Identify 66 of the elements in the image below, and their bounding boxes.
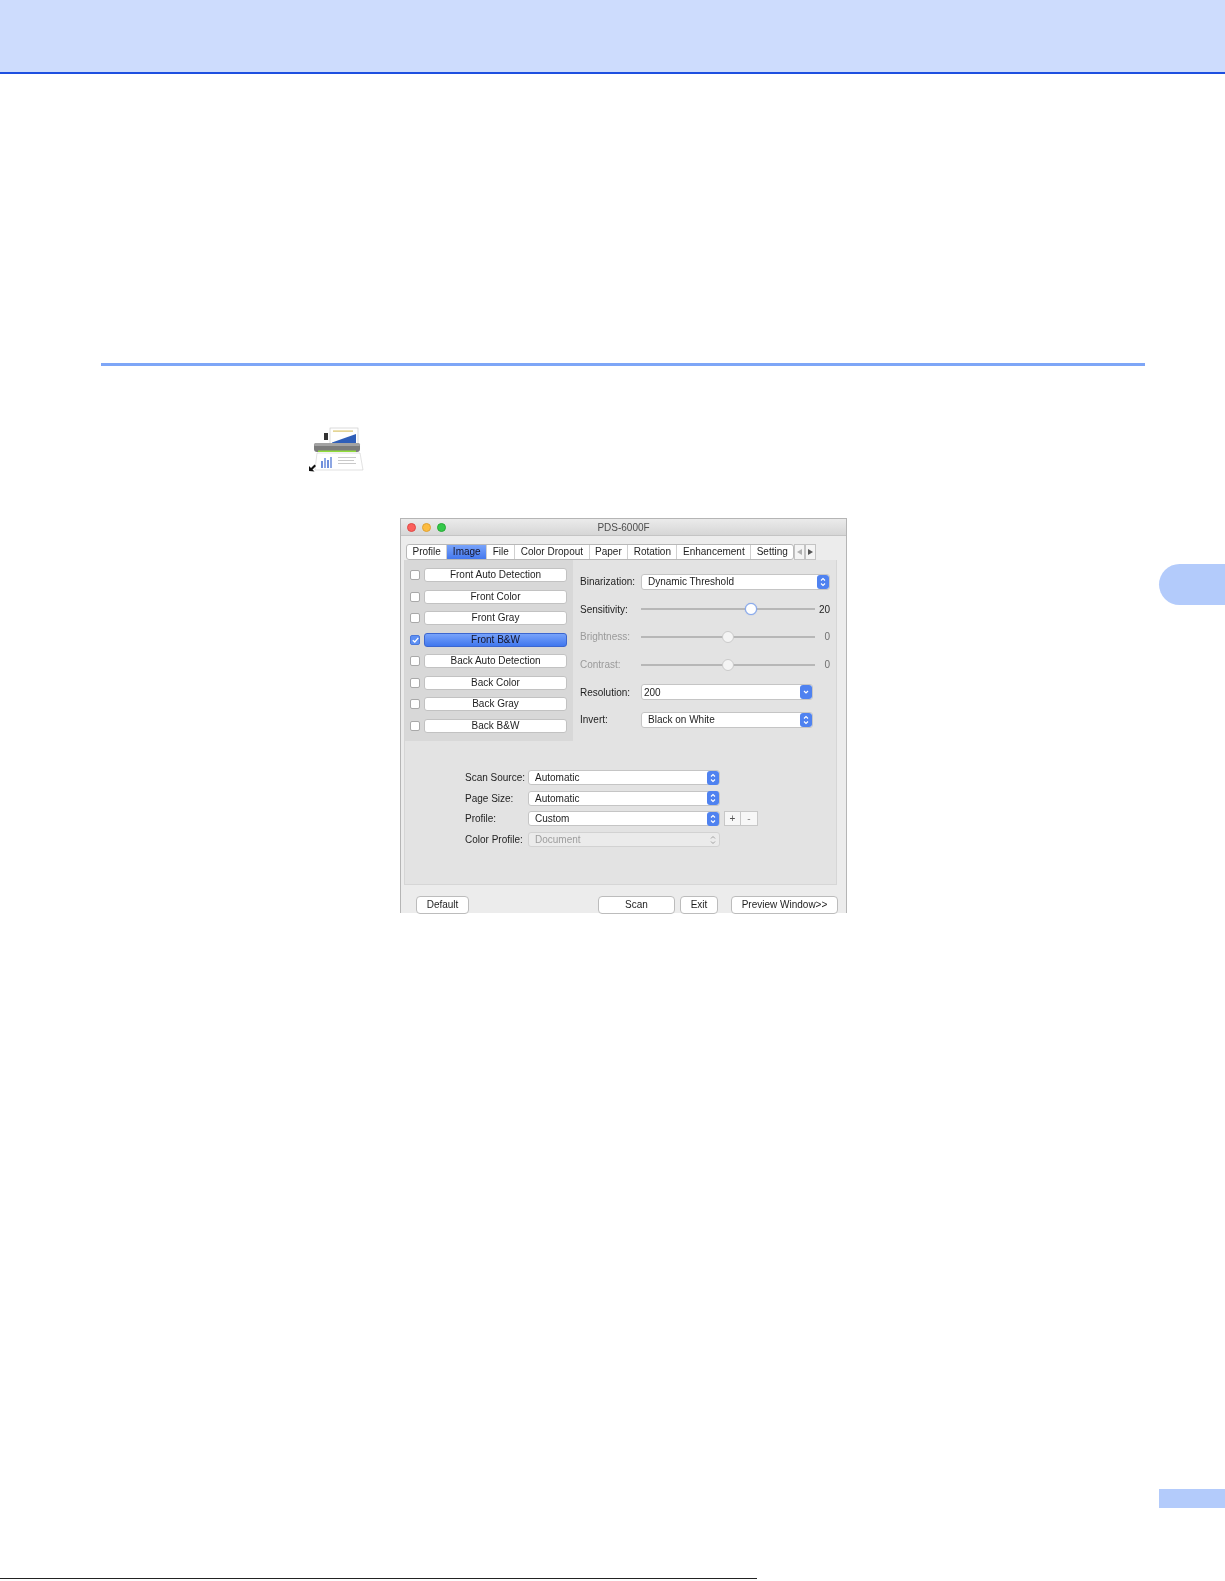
image-mode-button[interactable]: Back Color bbox=[424, 675, 567, 690]
slider-value: 0 bbox=[823, 631, 830, 643]
add-button[interactable]: + bbox=[724, 811, 741, 827]
image-mode-button[interactable]: Front B&W bbox=[424, 632, 567, 647]
scanner-icon bbox=[308, 425, 366, 472]
tab[interactable]: Image bbox=[446, 545, 487, 559]
chevron-up-down-icon bbox=[707, 811, 719, 826]
dropdown[interactable]: Automatic bbox=[528, 770, 720, 785]
tab[interactable]: Rotation bbox=[627, 545, 677, 559]
slider-value: 0 bbox=[823, 659, 830, 671]
image-mode-button[interactable]: Back Gray bbox=[424, 697, 567, 711]
chapter-marker bbox=[1159, 564, 1225, 605]
setting-label: Brightness: bbox=[580, 631, 632, 643]
setting-label: Page Size: bbox=[465, 792, 515, 804]
checkmark-icon bbox=[411, 636, 419, 643]
image-mode-button[interactable]: Front Color bbox=[424, 589, 567, 604]
image-mode-button[interactable]: Back B&W bbox=[424, 718, 567, 733]
checkbox[interactable] bbox=[410, 656, 420, 666]
dropdown[interactable]: Dynamic Threshold bbox=[641, 573, 830, 590]
image-mode-button[interactable]: Front Auto Detection bbox=[424, 568, 567, 582]
chevron-up-down-icon bbox=[707, 770, 719, 785]
dropdown[interactable]: Black on White bbox=[641, 711, 813, 728]
tab[interactable]: File bbox=[486, 545, 515, 559]
checkbox[interactable] bbox=[410, 720, 420, 731]
tab-scroll-right-button[interactable] bbox=[805, 544, 817, 560]
tab[interactable]: Profile bbox=[407, 545, 447, 559]
zoom-button[interactable] bbox=[437, 522, 446, 532]
combo-box[interactable]: 200 bbox=[641, 684, 813, 701]
image-mode-button[interactable]: Front Gray bbox=[424, 611, 567, 625]
checkbox[interactable] bbox=[410, 613, 420, 623]
setting-label: Binarization: bbox=[580, 576, 637, 588]
checkbox[interactable] bbox=[410, 677, 420, 688]
dialog-button[interactable]: Exit bbox=[680, 896, 718, 914]
setting-label: Scan Source: bbox=[465, 772, 527, 783]
minimize-button[interactable] bbox=[422, 522, 431, 532]
setting-label: Invert: bbox=[580, 714, 609, 726]
dropdown[interactable]: Automatic bbox=[528, 790, 720, 806]
page-number-band bbox=[1159, 1489, 1225, 1508]
left-triangle-icon bbox=[797, 549, 803, 555]
default-button[interactable]: Default bbox=[416, 896, 469, 914]
dialog-button[interactable]: Scan bbox=[598, 896, 675, 914]
checkbox[interactable] bbox=[410, 699, 420, 709]
chevron-up-down-icon bbox=[707, 791, 719, 806]
chevron-up-down-icon bbox=[800, 712, 812, 727]
tab[interactable]: Setting bbox=[750, 545, 794, 559]
image-mode-button[interactable]: Back Auto Detection bbox=[424, 654, 567, 668]
slider-value: 20 bbox=[817, 603, 830, 615]
setting-label: Color Profile: bbox=[465, 834, 524, 846]
slider-thumb[interactable] bbox=[744, 603, 757, 616]
setting-label: Profile: bbox=[465, 813, 498, 825]
right-triangle-icon bbox=[808, 549, 814, 555]
setting-label: Contrast: bbox=[580, 659, 622, 671]
checkbox[interactable] bbox=[410, 591, 420, 602]
tab[interactable]: Color Dropout bbox=[514, 545, 589, 559]
close-button[interactable] bbox=[407, 522, 416, 532]
tab[interactable]: Paper bbox=[588, 545, 628, 559]
chevron-up-down-icon bbox=[817, 574, 829, 589]
window-title: PDS-6000F bbox=[597, 521, 650, 533]
dialog-button[interactable]: Preview Window>> bbox=[731, 896, 838, 914]
setting-label: Resolution: bbox=[580, 686, 632, 698]
checkbox[interactable] bbox=[410, 634, 420, 645]
tab[interactable]: Enhancement bbox=[676, 545, 751, 559]
dropdown[interactable]: Custom bbox=[528, 811, 720, 827]
checkbox[interactable] bbox=[410, 570, 420, 580]
setting-label: Sensitivity: bbox=[580, 603, 629, 615]
chevron-down-icon bbox=[800, 685, 812, 700]
